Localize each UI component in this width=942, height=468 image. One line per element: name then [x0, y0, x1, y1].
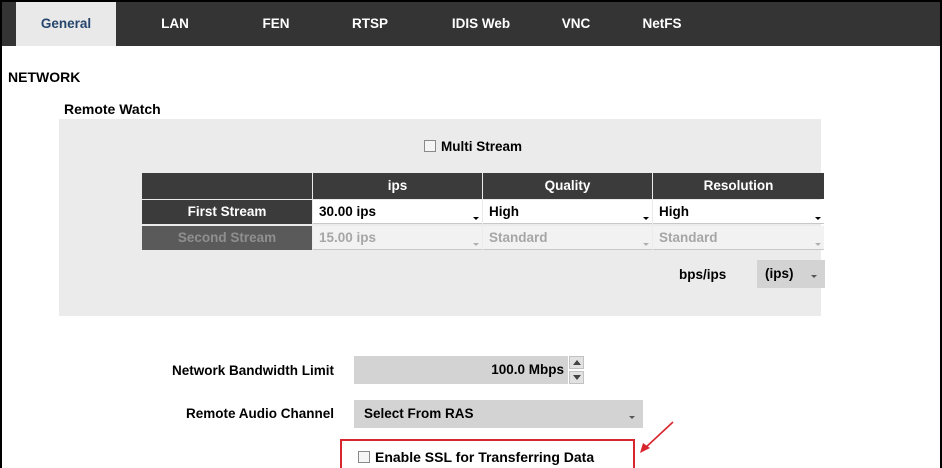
- second-stream-ips-value: 15.00 ips: [319, 230, 377, 245]
- row-label-second-stream: Second Stream: [142, 226, 312, 250]
- remote-watch-title: Remote Watch: [64, 101, 161, 117]
- tab-bar: General LAN FEN RTSP IDIS Web VNC NetFS: [2, 2, 940, 46]
- second-stream-resolution-value: Standard: [659, 230, 718, 245]
- first-stream-quality-select[interactable]: High: [483, 200, 652, 224]
- network-bandwidth-limit-label: Network Bandwidth Limit: [172, 363, 334, 378]
- stepper-down-icon[interactable]: [569, 371, 584, 384]
- section-title: NETWORK: [8, 69, 81, 85]
- second-stream-quality-value: Standard: [489, 230, 548, 245]
- settings-window: General LAN FEN RTSP IDIS Web VNC NetFS …: [0, 0, 942, 468]
- first-stream-ips-value: 30.00 ips: [319, 204, 377, 219]
- column-header-resolution: Resolution: [653, 173, 824, 199]
- remote-audio-channel-label: Remote Audio Channel: [185, 406, 334, 421]
- dropdown-arrow-icon: [643, 217, 649, 220]
- stepper-up-icon[interactable]: [569, 356, 584, 369]
- multi-stream-label: Multi Stream: [441, 139, 523, 154]
- second-stream-ips-select: 15.00 ips: [313, 226, 482, 250]
- first-stream-resolution-select[interactable]: High: [653, 200, 824, 224]
- second-stream-quality-select: Standard: [483, 226, 652, 250]
- annotation-arrow-icon: [640, 421, 674, 453]
- multi-stream-toggle[interactable]: Multi Stream: [424, 139, 522, 154]
- ssl-toggle[interactable]: Enable SSL for Transferring Data: [358, 449, 594, 465]
- tab-rtsp[interactable]: RTSP: [318, 2, 422, 46]
- bps-ips-value: (ips): [765, 266, 794, 281]
- row-label-first-stream: First Stream: [142, 200, 312, 224]
- tab-netfs[interactable]: NetFS: [612, 2, 712, 46]
- tab-lan[interactable]: LAN: [116, 2, 234, 46]
- first-stream-ips-select[interactable]: 30.00 ips: [313, 200, 482, 224]
- dropdown-arrow-icon: [815, 243, 821, 246]
- dropdown-arrow-icon: [629, 416, 635, 419]
- dropdown-arrow-icon: [473, 243, 479, 246]
- table-header-corner: [142, 173, 312, 199]
- dropdown-arrow-icon: [815, 217, 821, 220]
- network-bandwidth-limit-field[interactable]: 100.0 Mbps: [354, 356, 568, 384]
- tab-idis-web[interactable]: IDIS Web: [422, 2, 540, 46]
- dropdown-arrow-icon: [643, 243, 649, 246]
- ssl-checkbox[interactable]: [358, 451, 370, 463]
- remote-audio-channel-value: Select From RAS: [364, 406, 474, 421]
- bps-ips-label: bps/ips: [679, 267, 727, 282]
- dropdown-arrow-icon: [811, 275, 817, 278]
- remote-audio-channel-select[interactable]: Select From RAS: [354, 400, 643, 428]
- first-stream-quality-value: High: [489, 204, 519, 219]
- column-header-ips: ips: [313, 173, 482, 199]
- bandwidth-stepper[interactable]: [569, 356, 584, 384]
- bps-ips-select[interactable]: (ips): [757, 260, 825, 288]
- tab-vnc[interactable]: VNC: [540, 2, 612, 46]
- column-header-quality: Quality: [483, 173, 652, 199]
- dropdown-arrow-icon: [473, 217, 479, 220]
- tab-fen[interactable]: FEN: [234, 2, 318, 46]
- multi-stream-checkbox[interactable]: [424, 140, 436, 152]
- tab-general[interactable]: General: [16, 2, 116, 46]
- first-stream-resolution-value: High: [659, 204, 689, 219]
- second-stream-resolution-select: Standard: [653, 226, 824, 250]
- ssl-label: Enable SSL for Transferring Data: [375, 449, 595, 465]
